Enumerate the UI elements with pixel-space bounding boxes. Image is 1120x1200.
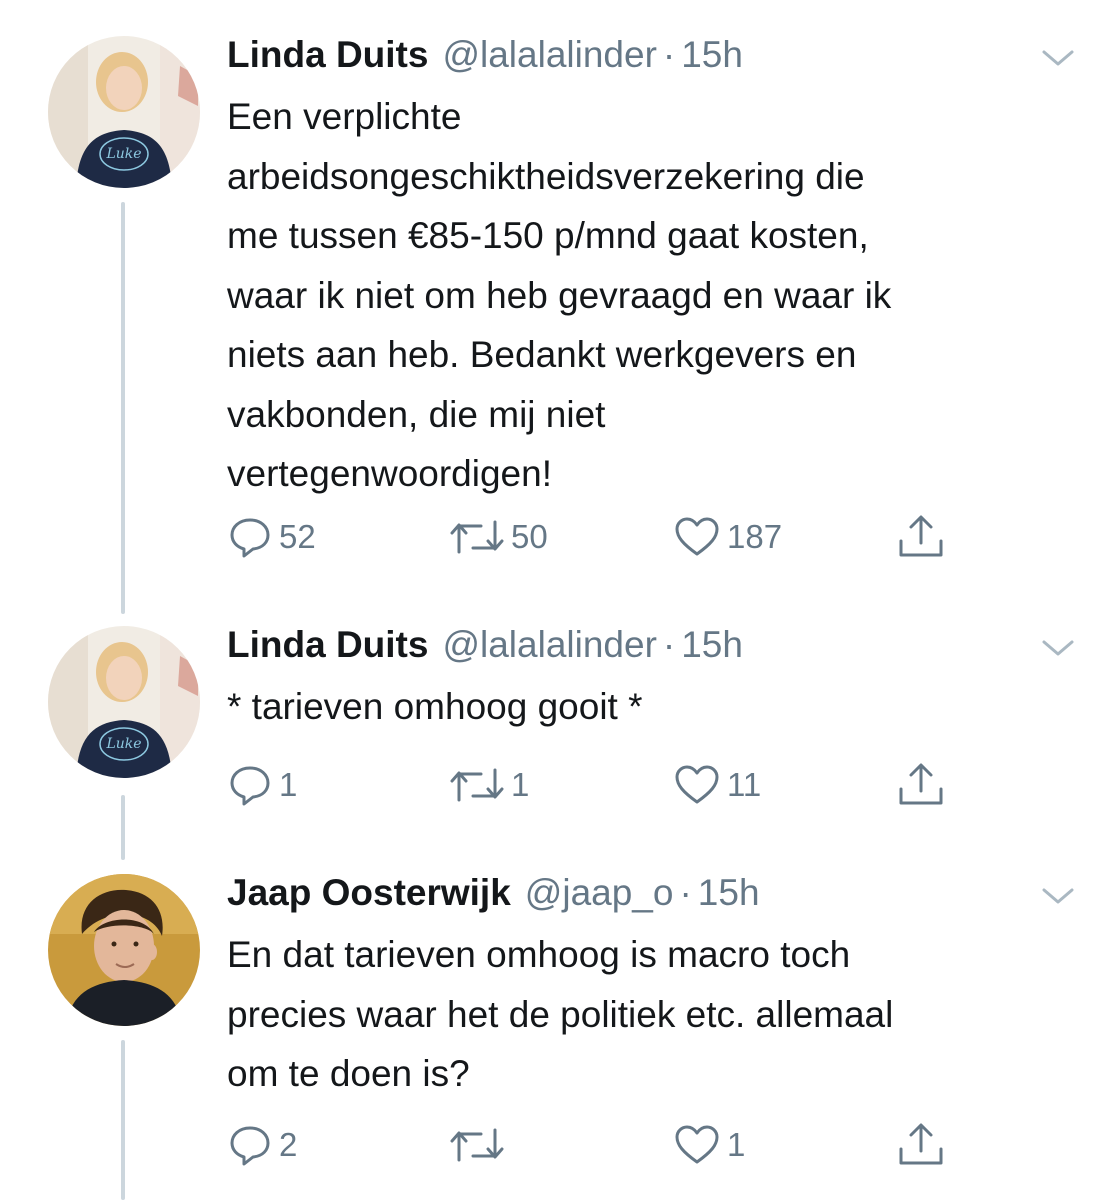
reply-button[interactable]: 1 xyxy=(227,760,297,810)
tweet-header: Linda Duits @lalalalinder · 15h xyxy=(227,622,743,668)
retweet-count: 50 xyxy=(511,518,548,555)
share-button[interactable] xyxy=(895,512,947,562)
tweet[interactable]: Luke Linda Duits @lalalalinder · 15h Een ve… xyxy=(0,32,1120,592)
avatar[interactable]: Luke xyxy=(48,626,200,778)
tweet-menu-button[interactable] xyxy=(1040,884,1076,908)
tweet-text-line: arbeidsongeschiktheidsverzekering die xyxy=(227,155,865,197)
author-handle[interactable]: @lalalalinder xyxy=(442,624,656,665)
reply-count: 1 xyxy=(279,766,298,803)
tweet-timestamp[interactable]: 15h xyxy=(681,624,743,665)
chevron-down-icon xyxy=(1042,50,1074,66)
tweet-text-line: Een verplichte xyxy=(227,96,462,137)
chevron-down-icon xyxy=(1042,888,1074,904)
like-button[interactable]: 11 xyxy=(673,760,761,810)
reply-count: 2 xyxy=(279,1126,298,1163)
tweet-text-line: vertegenwoordigen! xyxy=(227,453,552,494)
profile-photo-man-icon xyxy=(48,874,200,1026)
share-button[interactable] xyxy=(895,1120,947,1170)
author-name[interactable]: Jaap Oosterwijk xyxy=(227,872,511,913)
retweet-count: 1 xyxy=(511,766,530,803)
like-count: 11 xyxy=(727,766,762,803)
like-button[interactable]: 187 xyxy=(673,512,782,562)
svg-text:Luke: Luke xyxy=(105,146,141,162)
reply-button[interactable]: 52 xyxy=(227,512,316,562)
tweet-header: Jaap Oosterwijk @jaap_o · 15h xyxy=(227,870,760,916)
like-count: 187 xyxy=(727,518,783,555)
tweet[interactable]: Jaap Oosterwijk @jaap_o · 15h En dat tariev… xyxy=(0,870,1120,1200)
tweet-text-line: En dat tarieven omhoog is macro toch xyxy=(227,934,851,975)
retweet-icon xyxy=(450,520,504,554)
retweet-button[interactable] xyxy=(449,1120,511,1170)
heart-icon xyxy=(675,1125,719,1164)
retweet-icon xyxy=(450,768,504,802)
retweet-icon xyxy=(450,1128,504,1162)
reply-icon xyxy=(230,766,270,806)
avatar[interactable] xyxy=(48,874,200,1026)
tweet-text-line: me tussen €85-150 p/mnd gaat kosten, xyxy=(227,215,869,256)
reply-button[interactable]: 2 xyxy=(227,1120,297,1170)
like-button[interactable]: 1 xyxy=(673,1120,745,1170)
separator-dot: · xyxy=(679,872,692,913)
reply-icon xyxy=(230,518,270,558)
tweet-text-line: * tarieven omhoog gooit * xyxy=(227,686,643,727)
author-handle[interactable]: @lalalalinder xyxy=(442,34,656,75)
like-count: 1 xyxy=(727,1126,746,1163)
share-icon xyxy=(899,763,943,805)
share-icon xyxy=(899,1123,943,1165)
tweet-text: En dat tarieven omhoog is macro toch pre… xyxy=(227,925,1067,1104)
retweet-button[interactable]: 50 xyxy=(449,512,548,562)
heart-icon xyxy=(675,517,719,556)
profile-photo-woman-icon: Luke xyxy=(48,36,200,188)
profile-photo-woman-icon: Luke xyxy=(48,626,200,778)
share-icon xyxy=(899,515,943,557)
chevron-down-icon xyxy=(1042,640,1074,656)
tweet-actions: 1 1 11 xyxy=(227,760,987,810)
share-button[interactable] xyxy=(895,760,947,810)
author-handle[interactable]: @jaap_o xyxy=(525,872,674,913)
tweet-text-line: niets aan heb. Bedankt werkgevers en xyxy=(227,334,857,375)
avatar[interactable]: Luke xyxy=(48,36,200,188)
author-name[interactable]: Linda Duits xyxy=(227,34,428,75)
separator-dot: · xyxy=(662,34,676,75)
reply-icon xyxy=(230,1126,270,1166)
tweet-menu-button[interactable] xyxy=(1040,46,1076,70)
tweet-text-line: waar ik niet om heb gevraagd en waar ik xyxy=(227,274,892,316)
tweet-text: * tarieven omhoog gooit * xyxy=(227,677,1067,737)
tweet-text-line: om te doen is? xyxy=(227,1053,470,1094)
tweet-actions: 2 1 xyxy=(227,1120,987,1170)
author-name[interactable]: Linda Duits xyxy=(227,624,428,665)
tweet-timestamp[interactable]: 15h xyxy=(698,872,760,913)
tweet-menu-button[interactable] xyxy=(1040,636,1076,660)
tweet-timestamp[interactable]: 15h xyxy=(681,34,743,75)
reply-count: 52 xyxy=(279,518,316,555)
tweet-text-line: precies waar het de politiek etc. allema… xyxy=(227,993,894,1035)
svg-text:Luke: Luke xyxy=(105,736,141,752)
tweet-header: Linda Duits @lalalalinder · 15h xyxy=(227,32,743,78)
tweet-text-line: vakbonden, die mij niet xyxy=(227,393,606,435)
retweet-button[interactable]: 1 xyxy=(449,760,529,810)
separator-dot: · xyxy=(662,624,676,665)
tweet[interactable]: Luke Linda Duits @lalalalinder · 15h * tari… xyxy=(0,622,1120,822)
tweet-actions: 52 50 187 xyxy=(227,512,987,562)
tweet-text: Een verplichte arbeidsongeschiktheidsver… xyxy=(227,87,1067,504)
heart-icon xyxy=(675,765,719,804)
